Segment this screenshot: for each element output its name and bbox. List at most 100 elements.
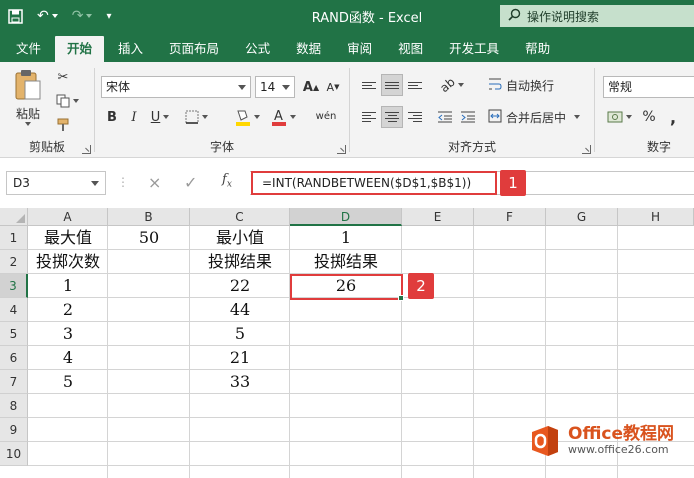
- phonetic-guide-button[interactable]: wén: [309, 106, 343, 128]
- tab-insert[interactable]: 插入: [106, 36, 155, 62]
- ribbon-tabs: 文件 开始 插入 页面布局 公式 数据 审阅 视图 开发工具 帮助: [0, 32, 694, 62]
- font-name-value: 宋体: [106, 80, 131, 94]
- cell-c7[interactable]: 33: [190, 370, 290, 394]
- align-top-button[interactable]: [358, 74, 380, 96]
- cell-c6[interactable]: 21: [190, 346, 290, 370]
- accounting-format-button[interactable]: [603, 106, 635, 128]
- cell-d2[interactable]: 投掷结果: [290, 250, 402, 274]
- tab-home[interactable]: 开始: [55, 36, 105, 62]
- fill-color-icon: [235, 110, 250, 126]
- row-header-4[interactable]: 4: [0, 298, 28, 322]
- cell-c2[interactable]: 投掷结果: [190, 250, 290, 274]
- orientation-button[interactable]: ab: [434, 74, 470, 96]
- cell-c5[interactable]: 5: [190, 322, 290, 346]
- tab-view[interactable]: 视图: [386, 36, 435, 62]
- svg-text:A: A: [274, 109, 283, 124]
- font-group: 宋体 14 A ▲ A ▼ B I U A wén 字体: [95, 62, 349, 158]
- ribbon: 粘贴 ✂ 剪贴板 宋体 14 A ▲ A ▼ B I U A wén 字体 ab…: [0, 62, 694, 158]
- align-bottom-button[interactable]: [404, 74, 426, 96]
- fill-color-button[interactable]: [231, 106, 263, 128]
- number-format-select[interactable]: 常规: [603, 76, 694, 98]
- cell-a6[interactable]: 4: [28, 346, 108, 370]
- watermark: Office教程网 www.office26.com: [528, 424, 674, 458]
- align-center-button[interactable]: [381, 106, 403, 128]
- cancel-icon[interactable]: ×: [148, 173, 161, 192]
- tab-page-layout[interactable]: 页面布局: [157, 36, 231, 62]
- wrap-text-button[interactable]: 自动换行: [488, 74, 560, 96]
- cell-a1[interactable]: 最大值: [28, 226, 108, 250]
- bold-button[interactable]: B: [103, 106, 121, 128]
- column-header-h[interactable]: H: [618, 208, 694, 226]
- cut-icon[interactable]: ✂: [52, 66, 74, 88]
- cell-c4[interactable]: 44: [190, 298, 290, 322]
- font-size-value: 14: [260, 80, 276, 94]
- font-name-select[interactable]: 宋体: [101, 76, 251, 98]
- cell-a3[interactable]: 1: [28, 274, 108, 298]
- font-launcher-icon[interactable]: [337, 145, 346, 154]
- tell-me-label: 操作说明搜索: [527, 9, 600, 24]
- gridline: [28, 345, 694, 346]
- format-painter-icon[interactable]: [52, 114, 74, 136]
- column-header-a[interactable]: A: [28, 208, 108, 226]
- tell-me-search[interactable]: 操作说明搜索: [500, 5, 694, 27]
- column-header-d[interactable]: D: [290, 208, 402, 226]
- row-header-7[interactable]: 7: [0, 370, 28, 394]
- enter-icon[interactable]: ✓: [184, 173, 197, 192]
- font-color-button[interactable]: A: [267, 106, 299, 128]
- orientation-icon: ab: [437, 74, 458, 96]
- cell-c3[interactable]: 22: [190, 274, 290, 298]
- name-box[interactable]: D3: [6, 171, 106, 195]
- tab-review[interactable]: 审阅: [335, 36, 384, 62]
- worksheet-grid[interactable]: A B C D E F G H 1 2 3 4 5 6 7 8 9 10 最大值…: [0, 208, 694, 478]
- row-header-5[interactable]: 5: [0, 322, 28, 346]
- clipboard-launcher-icon[interactable]: [82, 145, 91, 154]
- row-header-9[interactable]: 9: [0, 418, 28, 442]
- tab-formulas[interactable]: 公式: [233, 36, 282, 62]
- copy-icon[interactable]: [52, 90, 82, 112]
- increase-indent-button[interactable]: [457, 106, 479, 128]
- column-header-f[interactable]: F: [474, 208, 546, 226]
- column-header-g[interactable]: G: [546, 208, 618, 226]
- align-middle-button[interactable]: [381, 74, 403, 96]
- comma-style-button[interactable]: ,: [663, 106, 683, 128]
- merge-center-button[interactable]: 合并后居中: [488, 106, 588, 128]
- tab-developer[interactable]: 开发工具: [437, 36, 511, 62]
- row-header-3[interactable]: 3: [0, 274, 28, 298]
- underline-button[interactable]: U: [147, 106, 173, 128]
- cell-c1[interactable]: 最小值: [190, 226, 290, 250]
- insert-function-icon[interactable]: fx: [222, 172, 232, 190]
- row-header-6[interactable]: 6: [0, 346, 28, 370]
- row-header-2[interactable]: 2: [0, 250, 28, 274]
- cell-a5[interactable]: 3: [28, 322, 108, 346]
- shrink-font-button[interactable]: A ▼: [323, 76, 343, 98]
- percent-style-button[interactable]: %: [639, 106, 659, 128]
- font-size-select[interactable]: 14: [255, 76, 295, 98]
- row-header-10[interactable]: 10: [0, 442, 28, 466]
- align-center-icon: [385, 112, 399, 122]
- borders-button[interactable]: [181, 106, 211, 128]
- row-header-8[interactable]: 8: [0, 394, 28, 418]
- tab-help[interactable]: 帮助: [513, 36, 562, 62]
- fill-handle[interactable]: [398, 295, 404, 301]
- column-header-e[interactable]: E: [402, 208, 474, 226]
- cell-a4[interactable]: 2: [28, 298, 108, 322]
- decrease-indent-button[interactable]: [434, 106, 456, 128]
- align-right-button[interactable]: [404, 106, 426, 128]
- tab-file[interactable]: 文件: [4, 36, 53, 62]
- alignment-launcher-icon[interactable]: [582, 145, 591, 154]
- cell-a2[interactable]: 投掷次数: [28, 250, 108, 274]
- italic-button[interactable]: I: [125, 106, 143, 128]
- cell-d1[interactable]: 1: [290, 226, 402, 250]
- cell-b1[interactable]: 50: [108, 226, 190, 250]
- select-all-button[interactable]: [0, 208, 28, 226]
- column-header-c[interactable]: C: [190, 208, 290, 226]
- column-header-b[interactable]: B: [108, 208, 190, 226]
- formula-input[interactable]: =INT(RANDBETWEEN($D$1,$B$1)): [251, 171, 497, 195]
- row-header-1[interactable]: 1: [0, 226, 28, 250]
- paste-button[interactable]: 粘贴: [10, 68, 46, 126]
- formula-bar-splitter-icon[interactable]: ⋮: [117, 175, 129, 189]
- cell-a7[interactable]: 5: [28, 370, 108, 394]
- grow-font-button[interactable]: A ▲: [301, 76, 321, 98]
- tab-data[interactable]: 数据: [284, 36, 333, 62]
- align-left-button[interactable]: [358, 106, 380, 128]
